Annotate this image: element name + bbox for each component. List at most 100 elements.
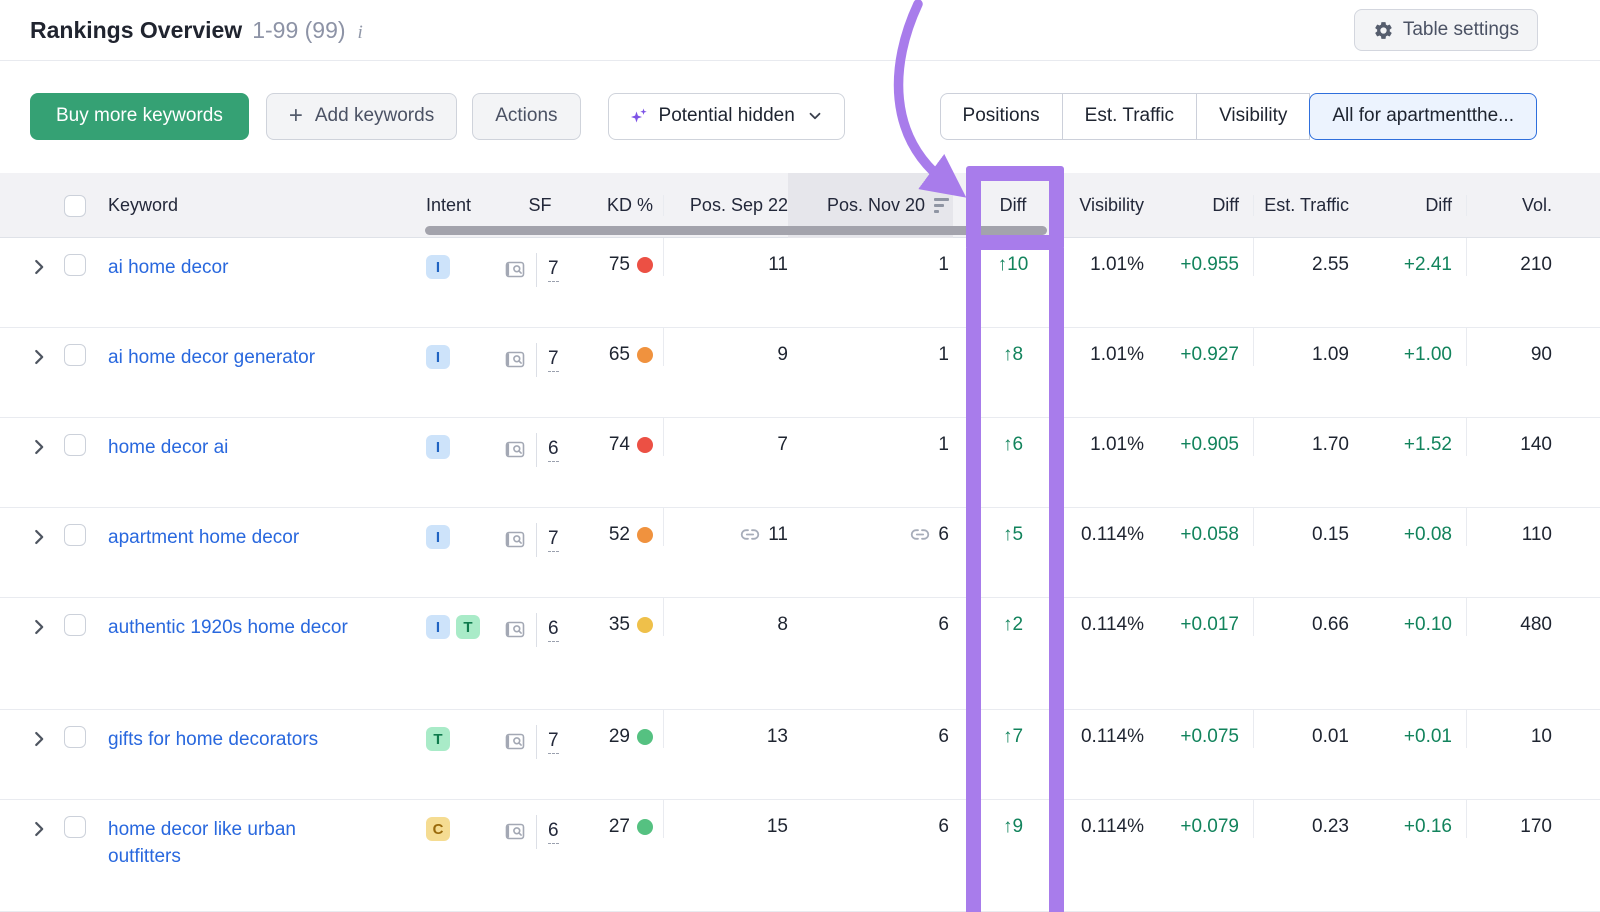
col-est-traffic-diff[interactable]: Diff: [1363, 195, 1466, 216]
pos-diff-value: ↑7: [1003, 726, 1023, 748]
keyword-link[interactable]: ai home decor: [108, 254, 228, 281]
row-filler: [1566, 328, 1600, 344]
pos-diff-cell: ↑9: [953, 800, 1073, 838]
pos-old-value: 11: [768, 524, 788, 546]
table-row: gifts for home decorators T 7 29: [0, 710, 1600, 800]
intent-badge-t[interactable]: T: [456, 615, 480, 639]
sf-count[interactable]: 7: [548, 258, 559, 282]
est-traffic-diff-value: +1.52: [1404, 434, 1452, 456]
intent-badge-c[interactable]: C: [426, 817, 450, 841]
pos-nov-20-cell: 6: [788, 508, 953, 546]
col-keyword[interactable]: Keyword: [108, 195, 418, 216]
pos-nov-20-cell: 1: [788, 238, 953, 276]
link-icon[interactable]: [740, 527, 760, 542]
row-checkbox[interactable]: [64, 614, 86, 636]
expand-chevron-icon[interactable]: [28, 256, 50, 278]
row-checkbox[interactable]: [64, 816, 86, 838]
keyword-cell: ai home decor: [108, 238, 418, 281]
kd-cell: 27: [584, 800, 663, 838]
serp-features-icon[interactable]: [504, 350, 527, 370]
potential-filter-button[interactable]: Potential hidden: [608, 93, 845, 140]
keyword-link[interactable]: apartment home decor: [108, 524, 299, 551]
keyword-link[interactable]: gifts for home decorators: [108, 726, 318, 753]
keyword-link[interactable]: authentic 1920s home decor: [108, 614, 348, 641]
select-all-checkbox[interactable]: [64, 195, 86, 217]
serp-features-icon[interactable]: [504, 620, 527, 640]
table-row: authentic 1920s home decor IT 6 35: [0, 598, 1600, 710]
buy-more-keywords-button[interactable]: Buy more keywords: [30, 93, 249, 140]
volume-cell: 10: [1466, 710, 1566, 748]
sf-cell: 7: [496, 710, 584, 759]
keyword-link[interactable]: ai home decor generator: [108, 344, 315, 371]
est-traffic-value: 1.09: [1312, 344, 1349, 366]
expand-chevron-icon[interactable]: [28, 346, 50, 368]
visibility-diff-cell: +0.905: [1158, 418, 1253, 456]
col-volume[interactable]: Vol.: [1466, 195, 1566, 216]
col-sf[interactable]: SF: [496, 195, 584, 216]
est-traffic-diff-cell: +0.10: [1363, 598, 1466, 636]
serp-features-icon[interactable]: [504, 822, 527, 842]
intent-badge-t[interactable]: T: [426, 727, 450, 751]
sf-count[interactable]: 7: [548, 528, 559, 552]
serp-features-icon[interactable]: [504, 440, 527, 460]
col-kd[interactable]: KD %: [584, 195, 663, 216]
expand-chevron-icon[interactable]: [28, 616, 50, 638]
sf-count[interactable]: 7: [548, 348, 559, 372]
est-traffic-diff-cell: +0.01: [1363, 710, 1466, 748]
table-settings-button[interactable]: Table settings: [1354, 9, 1538, 51]
row-checkbox[interactable]: [64, 344, 86, 366]
visibility-cell: 1.01%: [1073, 238, 1158, 276]
volume-value: 140: [1520, 434, 1552, 456]
serp-features-icon[interactable]: [504, 530, 527, 550]
keyword-link[interactable]: home decor ai: [108, 434, 228, 461]
keyword-link[interactable]: home decor like urban outfitters: [108, 816, 360, 870]
serp-features-icon[interactable]: [504, 732, 527, 752]
intent-cell: IT: [418, 598, 496, 639]
sf-count[interactable]: 6: [548, 618, 559, 642]
volume-cell: 210: [1466, 238, 1566, 276]
view-tab-positions[interactable]: Positions: [940, 93, 1063, 140]
intent-badge-i[interactable]: I: [426, 615, 450, 639]
visibility-value: 0.114%: [1081, 524, 1144, 546]
table-header-row: Keyword Intent SF KD % Pos. Sep 22 Pos. …: [0, 173, 1600, 238]
serp-features-icon[interactable]: [504, 260, 527, 280]
col-est-traffic[interactable]: Est. Traffic: [1253, 195, 1363, 216]
pos-diff-value: ↑6: [1003, 434, 1023, 456]
view-tab-visibility[interactable]: Visibility: [1197, 93, 1310, 140]
intent-badge-i[interactable]: I: [426, 525, 450, 549]
col-visibility-diff[interactable]: Diff: [1158, 195, 1253, 216]
plus-icon: +: [289, 104, 303, 128]
expand-chevron-icon[interactable]: [28, 728, 50, 750]
sf-count[interactable]: 6: [548, 820, 559, 844]
horizontal-scrollbar-thumb[interactable]: [425, 226, 1047, 235]
row-checkbox[interactable]: [64, 726, 86, 748]
visibility-cell: 0.114%: [1073, 508, 1158, 546]
expand-chevron-icon[interactable]: [28, 436, 50, 458]
row-checkbox[interactable]: [64, 434, 86, 456]
row-checkbox[interactable]: [64, 524, 86, 546]
col-pos-diff[interactable]: Diff: [953, 195, 1073, 216]
view-tab-all-for-domain[interactable]: All for apartmentthe...: [1309, 93, 1537, 140]
add-keywords-button[interactable]: + Add keywords: [266, 93, 457, 140]
kd-value: 65: [609, 344, 630, 366]
intent-badge-i[interactable]: I: [426, 345, 450, 369]
col-pos-sep-22[interactable]: Pos. Sep 22: [663, 195, 788, 216]
col-visibility[interactable]: Visibility: [1073, 195, 1158, 216]
visibility-diff-value: +0.075: [1180, 726, 1239, 748]
view-tab-est-traffic[interactable]: Est. Traffic: [1063, 93, 1197, 140]
actions-button[interactable]: Actions: [472, 93, 580, 140]
pos-nov-20-cell: 1: [788, 418, 953, 456]
intent-badge-i[interactable]: I: [426, 435, 450, 459]
kd-difficulty-dot: [637, 527, 653, 543]
row-checkbox[interactable]: [64, 254, 86, 276]
sf-count[interactable]: 6: [548, 438, 559, 462]
info-icon[interactable]: i: [358, 22, 363, 44]
volume-cell: 480: [1466, 598, 1566, 636]
expand-chevron-icon[interactable]: [28, 818, 50, 840]
sf-count[interactable]: 7: [548, 730, 559, 754]
expand-chevron-icon[interactable]: [28, 526, 50, 548]
col-intent[interactable]: Intent: [418, 195, 496, 216]
sf-divider: [536, 815, 537, 849]
intent-badge-i[interactable]: I: [426, 255, 450, 279]
link-icon[interactable]: [910, 527, 930, 542]
